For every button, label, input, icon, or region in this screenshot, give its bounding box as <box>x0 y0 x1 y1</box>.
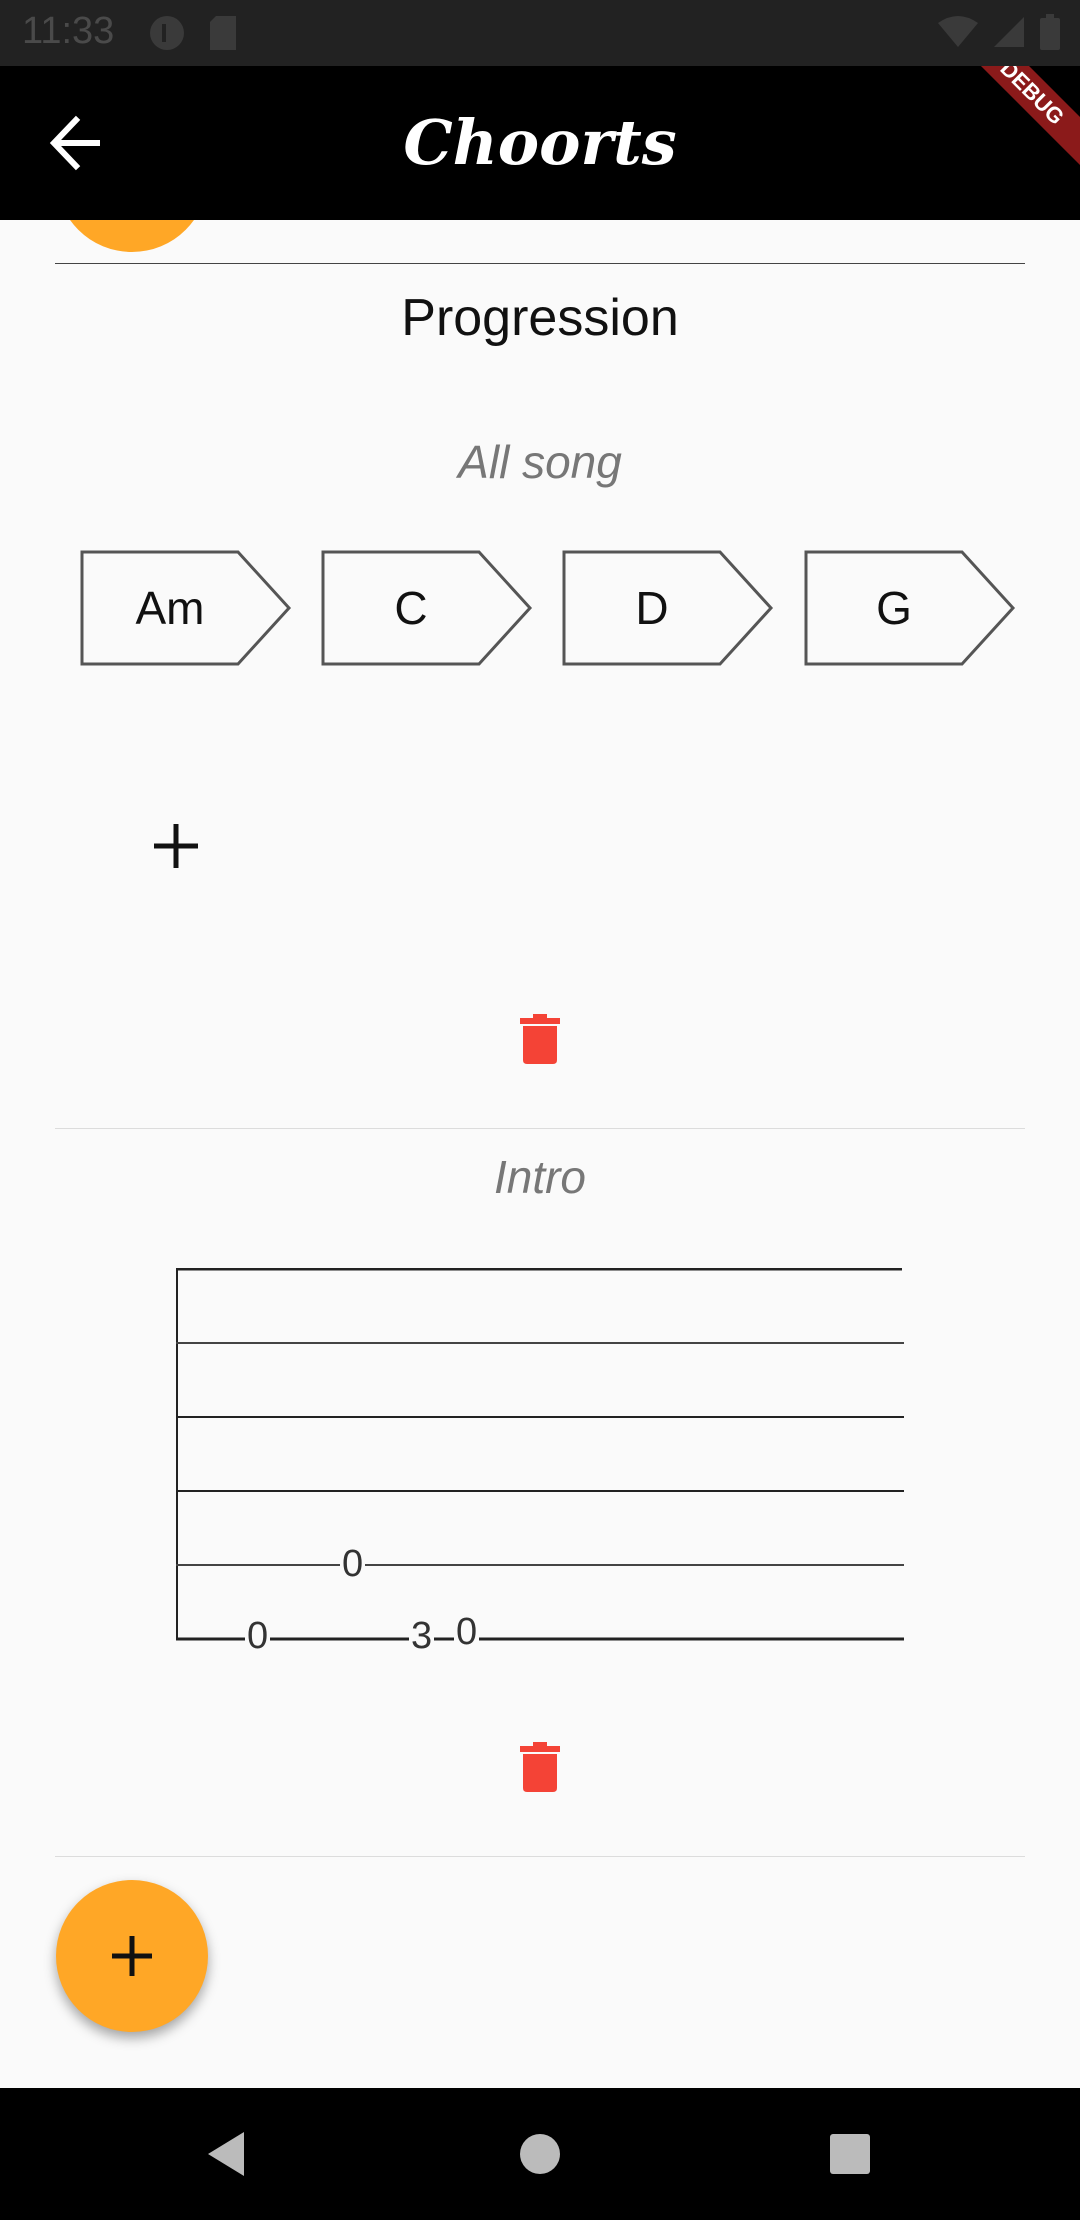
tab-note: 0 <box>454 1611 480 1653</box>
divider-bottom <box>55 1856 1025 1857</box>
status-time: 11:33 <box>22 10 115 52</box>
delete-intro-trash-icon[interactable] <box>520 1742 560 1792</box>
chord-tag-am[interactable]: Am <box>80 550 292 666</box>
battery-icon <box>1040 14 1060 50</box>
nav-home-icon[interactable] <box>520 2134 560 2174</box>
content-scroll-area[interactable]: Progression All song Am C D G Intro 0 0 … <box>0 220 1080 2088</box>
add-section-fab[interactable] <box>56 1880 208 2032</box>
progression-title: Progression <box>401 289 679 347</box>
chord-label: D <box>635 582 669 634</box>
chord-tag-c[interactable]: C <box>321 550 533 666</box>
tab-staff-lines <box>176 1268 904 1641</box>
app-title: Choorts <box>403 106 677 179</box>
tab-note: 3 <box>409 1615 435 1657</box>
sd-card-icon <box>210 16 236 50</box>
scrolled-button-peek <box>56 220 208 252</box>
tab-note: 0 <box>245 1615 271 1657</box>
status-notification-icons <box>148 14 238 52</box>
chord-tag-g[interactable]: G <box>804 550 1016 666</box>
plus-icon <box>112 1936 152 1976</box>
intro-subtitle: Intro <box>493 1151 587 1203</box>
app-bar: Choorts DEBUG <box>0 66 1080 220</box>
chord-label: G <box>876 582 912 634</box>
add-chord-plus-icon[interactable] <box>150 820 202 872</box>
chord-progression-row: Am C D G <box>80 550 1020 666</box>
chord-label: Am <box>135 582 205 634</box>
chord-label: C <box>394 582 428 634</box>
status-bar: 11:33 <box>0 0 1080 66</box>
notification-icon <box>150 16 184 50</box>
tab-note: 0 <box>340 1543 366 1585</box>
tablature-staff[interactable]: 0 0 3 0 <box>176 1268 904 1656</box>
wifi-icon <box>938 16 978 47</box>
divider-top <box>55 263 1025 264</box>
status-system-icons <box>938 14 1060 50</box>
nav-recents-icon[interactable] <box>830 2134 870 2174</box>
navigation-bar <box>0 2088 1080 2220</box>
delete-progression-trash-icon[interactable] <box>520 1014 560 1064</box>
divider-middle <box>55 1128 1025 1129</box>
chord-tag-d[interactable]: D <box>562 550 774 666</box>
nav-back-icon[interactable] <box>206 2130 246 2178</box>
progression-subtitle: All song <box>458 436 622 488</box>
signal-icon <box>994 17 1024 47</box>
